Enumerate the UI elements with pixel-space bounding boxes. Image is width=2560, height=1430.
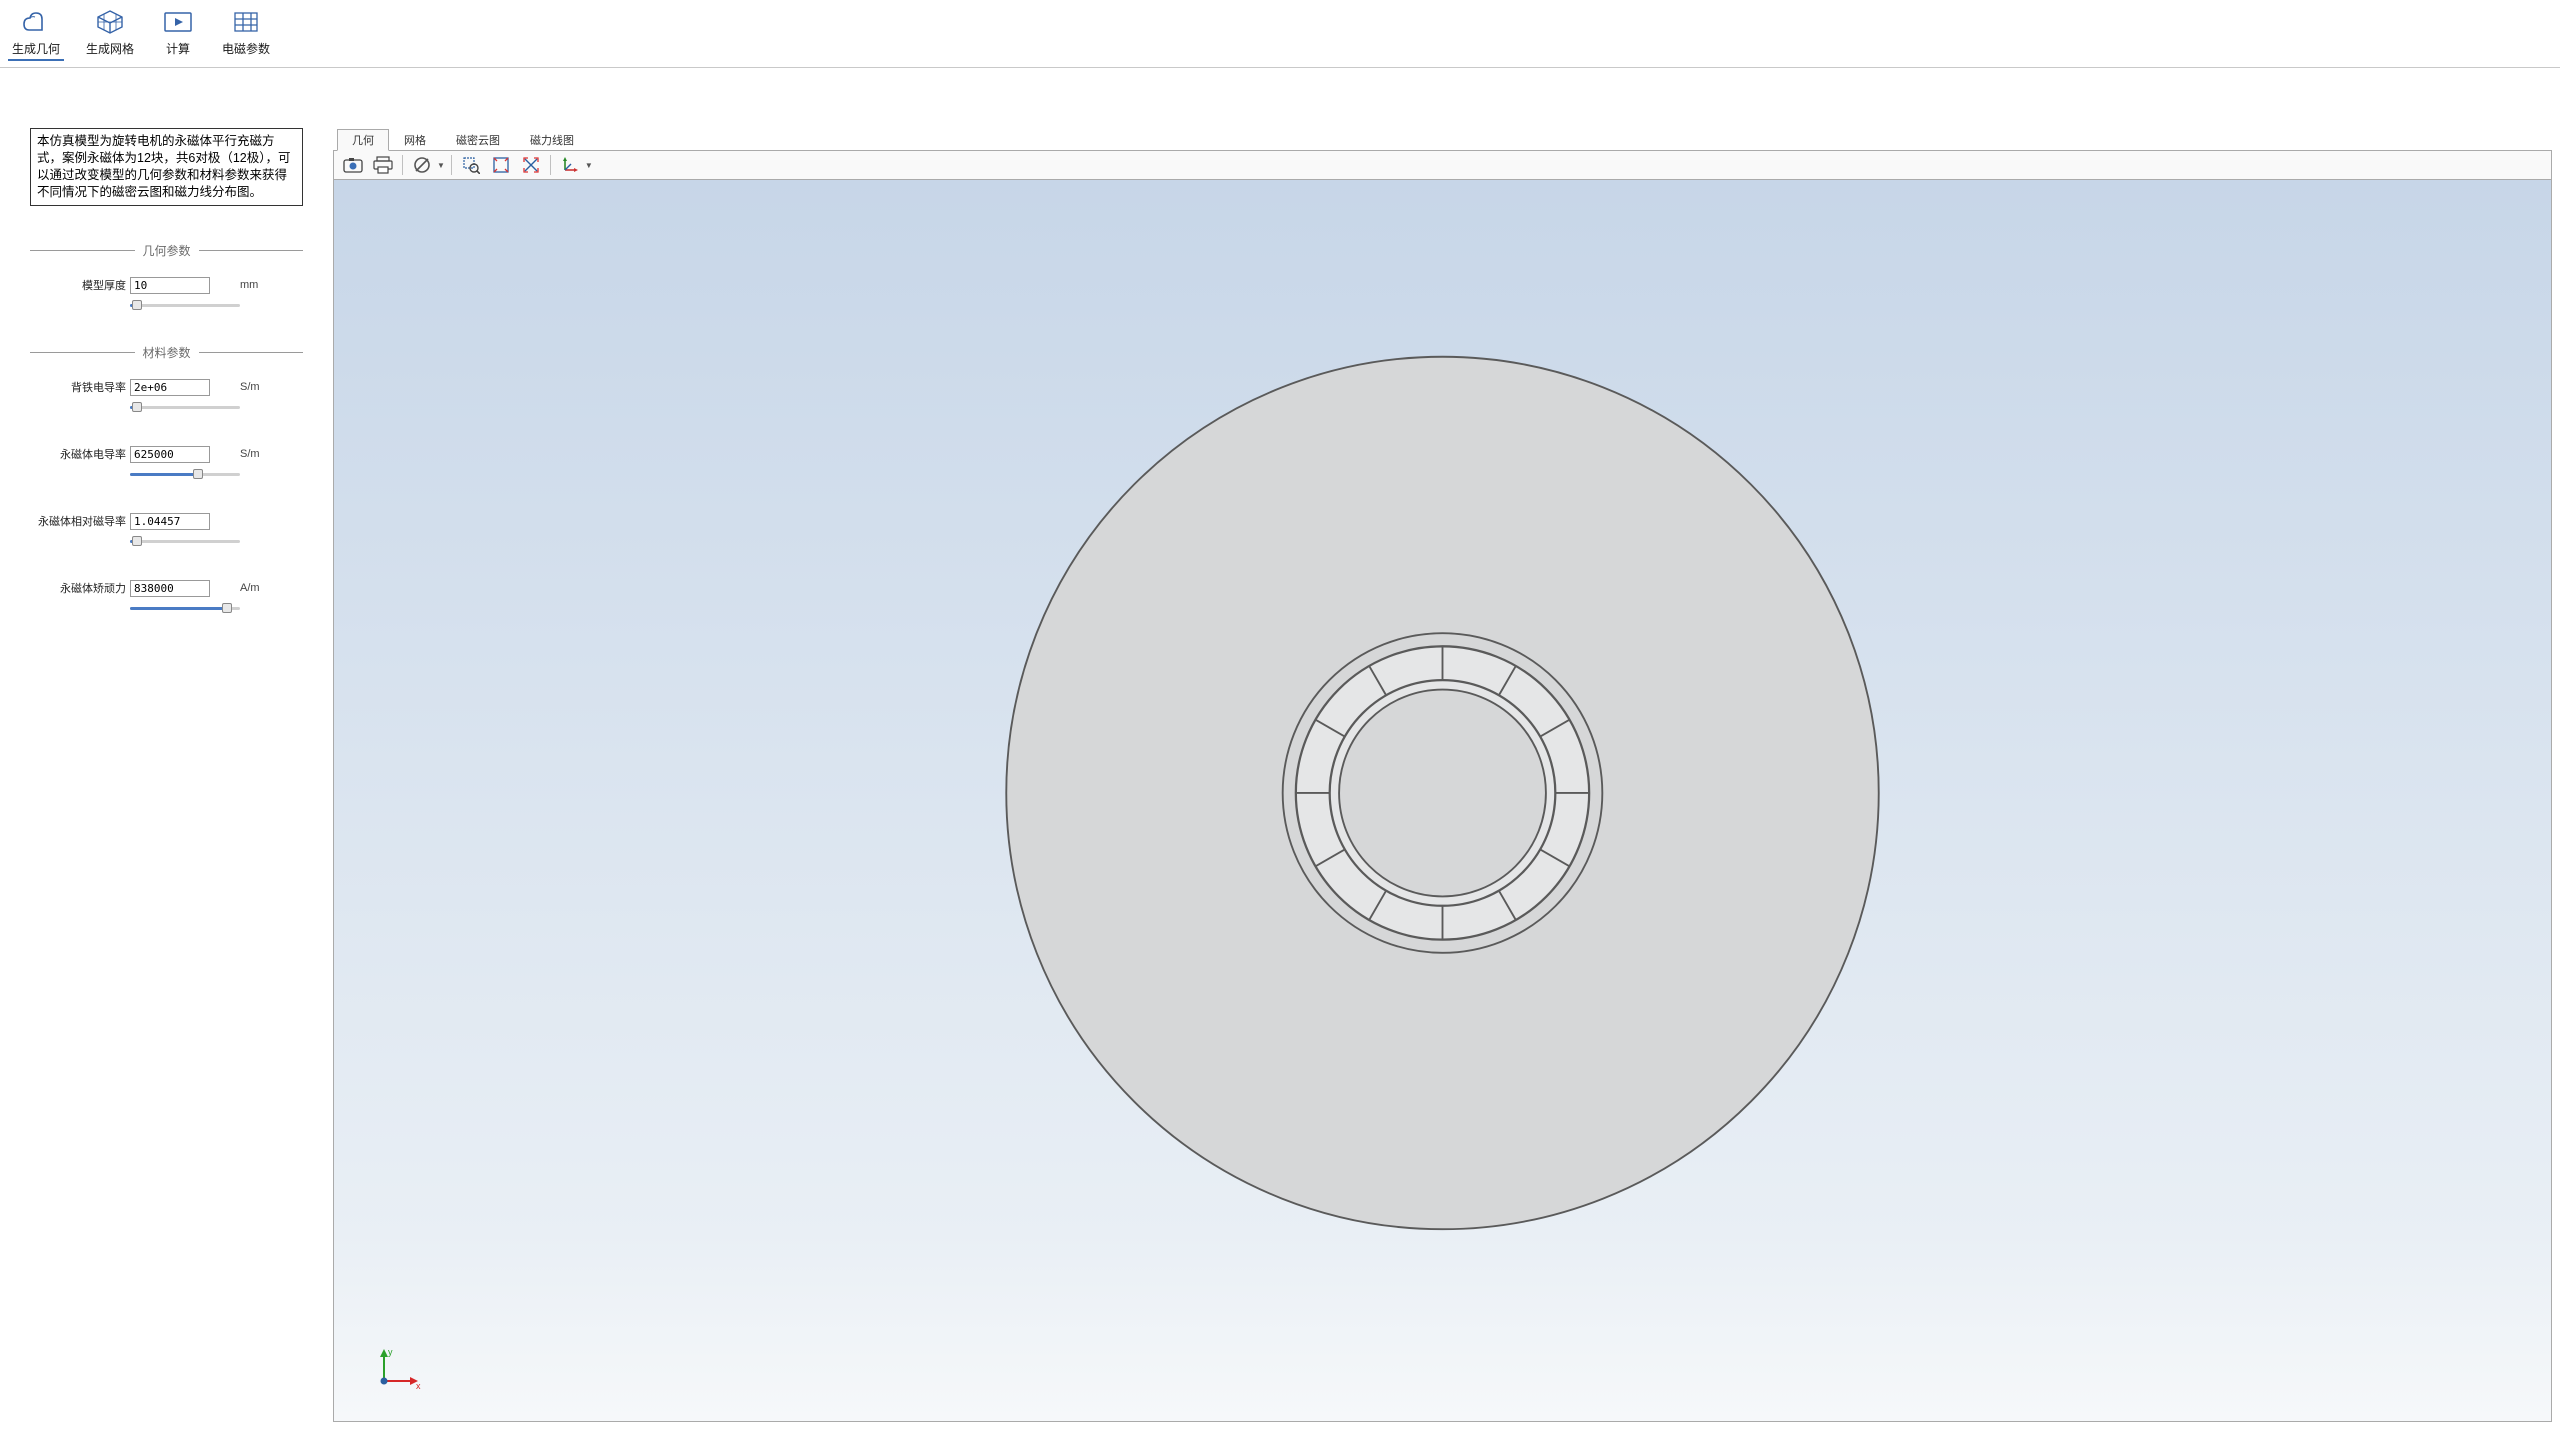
chevron-down-icon[interactable]: ▼ <box>585 161 593 170</box>
parameter-panel: 本仿真模型为旋转电机的永磁体平行充磁方式，案例永磁体为12块，共6对极（12极）… <box>0 68 333 1430</box>
zoom-extents-button[interactable] <box>488 153 514 177</box>
reset-zoom-button[interactable] <box>518 153 544 177</box>
ribbon-em-params[interactable]: 电磁参数 <box>218 6 274 59</box>
unit-mm: mm <box>210 279 250 291</box>
section-geometry-params: 几何参数 <box>30 242 303 259</box>
axis-gizmo-icon: y x <box>374 1345 424 1391</box>
tab-geometry[interactable]: 几何 <box>337 129 389 151</box>
pm-conductivity-slider[interactable] <box>130 469 240 481</box>
compute-icon <box>160 8 196 36</box>
pm-coercivity-slider[interactable] <box>130 603 240 615</box>
pm-permeability-input[interactable] <box>130 513 210 530</box>
pm-conductivity-input[interactable] <box>130 446 210 463</box>
viewer-toolbar: ▼ ▼ <box>333 150 2552 180</box>
pm-coercivity-input[interactable] <box>130 580 210 597</box>
zoom-window-button[interactable] <box>458 153 484 177</box>
ribbon-toolbar: 生成几何 生成网格 计算 <box>0 0 2560 68</box>
mesh-icon <box>92 8 128 36</box>
unit-sm: S/m <box>210 381 250 393</box>
ribbon-compute[interactable]: 计算 <box>156 6 200 59</box>
tab-flux-lines[interactable]: 磁力线图 <box>515 129 589 151</box>
ribbon-label: 生成几何 <box>12 40 60 57</box>
svg-text:x: x <box>416 1381 421 1391</box>
tab-mesh[interactable]: 网格 <box>389 129 441 151</box>
pm-permeability-slider[interactable] <box>130 536 240 548</box>
axis-orient-button[interactable] <box>557 153 583 177</box>
thickness-slider[interactable] <box>130 300 240 312</box>
model-description: 本仿真模型为旋转电机的永磁体平行充磁方式，案例永磁体为12块，共6对极（12极）… <box>30 128 303 206</box>
ribbon-generate-mesh[interactable]: 生成网格 <box>82 6 138 59</box>
ribbon-label: 电磁参数 <box>222 40 270 57</box>
param-label-pmhc: 永磁体矫顽力 <box>30 580 130 596</box>
ribbon-label: 计算 <box>166 40 190 57</box>
param-label-thickness: 模型厚度 <box>30 277 130 293</box>
svg-text:y: y <box>388 1347 393 1357</box>
unit-sm: S/m <box>210 448 250 460</box>
unit-am: A/m <box>210 582 250 594</box>
chevron-down-icon[interactable]: ▼ <box>437 161 445 170</box>
viewer-panel: 几何 网格 磁密云图 磁力线图 ▼ <box>333 68 2560 1430</box>
section-material-params: 材料参数 <box>30 344 303 361</box>
viewer-tabs: 几何 网格 磁密云图 磁力线图 <box>333 128 2552 150</box>
backiron-conductivity-input[interactable] <box>130 379 210 396</box>
ribbon-generate-geometry[interactable]: 生成几何 <box>8 6 64 61</box>
backiron-conductivity-slider[interactable] <box>130 402 240 414</box>
geometry-icon <box>18 8 54 36</box>
geometry-canvas[interactable]: y x <box>333 180 2552 1422</box>
table-icon <box>228 8 264 36</box>
snapshot-button[interactable] <box>340 153 366 177</box>
motor-geometry-drawing <box>334 180 2551 1421</box>
hide-show-button[interactable] <box>409 153 435 177</box>
tab-flux-density[interactable]: 磁密云图 <box>441 129 515 151</box>
param-label-pmmur: 永磁体相对磁导率 <box>30 513 130 529</box>
print-button[interactable] <box>370 153 396 177</box>
ribbon-label: 生成网格 <box>86 40 134 57</box>
param-label-pmcond: 永磁体电导率 <box>30 446 130 462</box>
param-label-backiron: 背铁电导率 <box>30 379 130 395</box>
thickness-input[interactable] <box>130 277 210 294</box>
